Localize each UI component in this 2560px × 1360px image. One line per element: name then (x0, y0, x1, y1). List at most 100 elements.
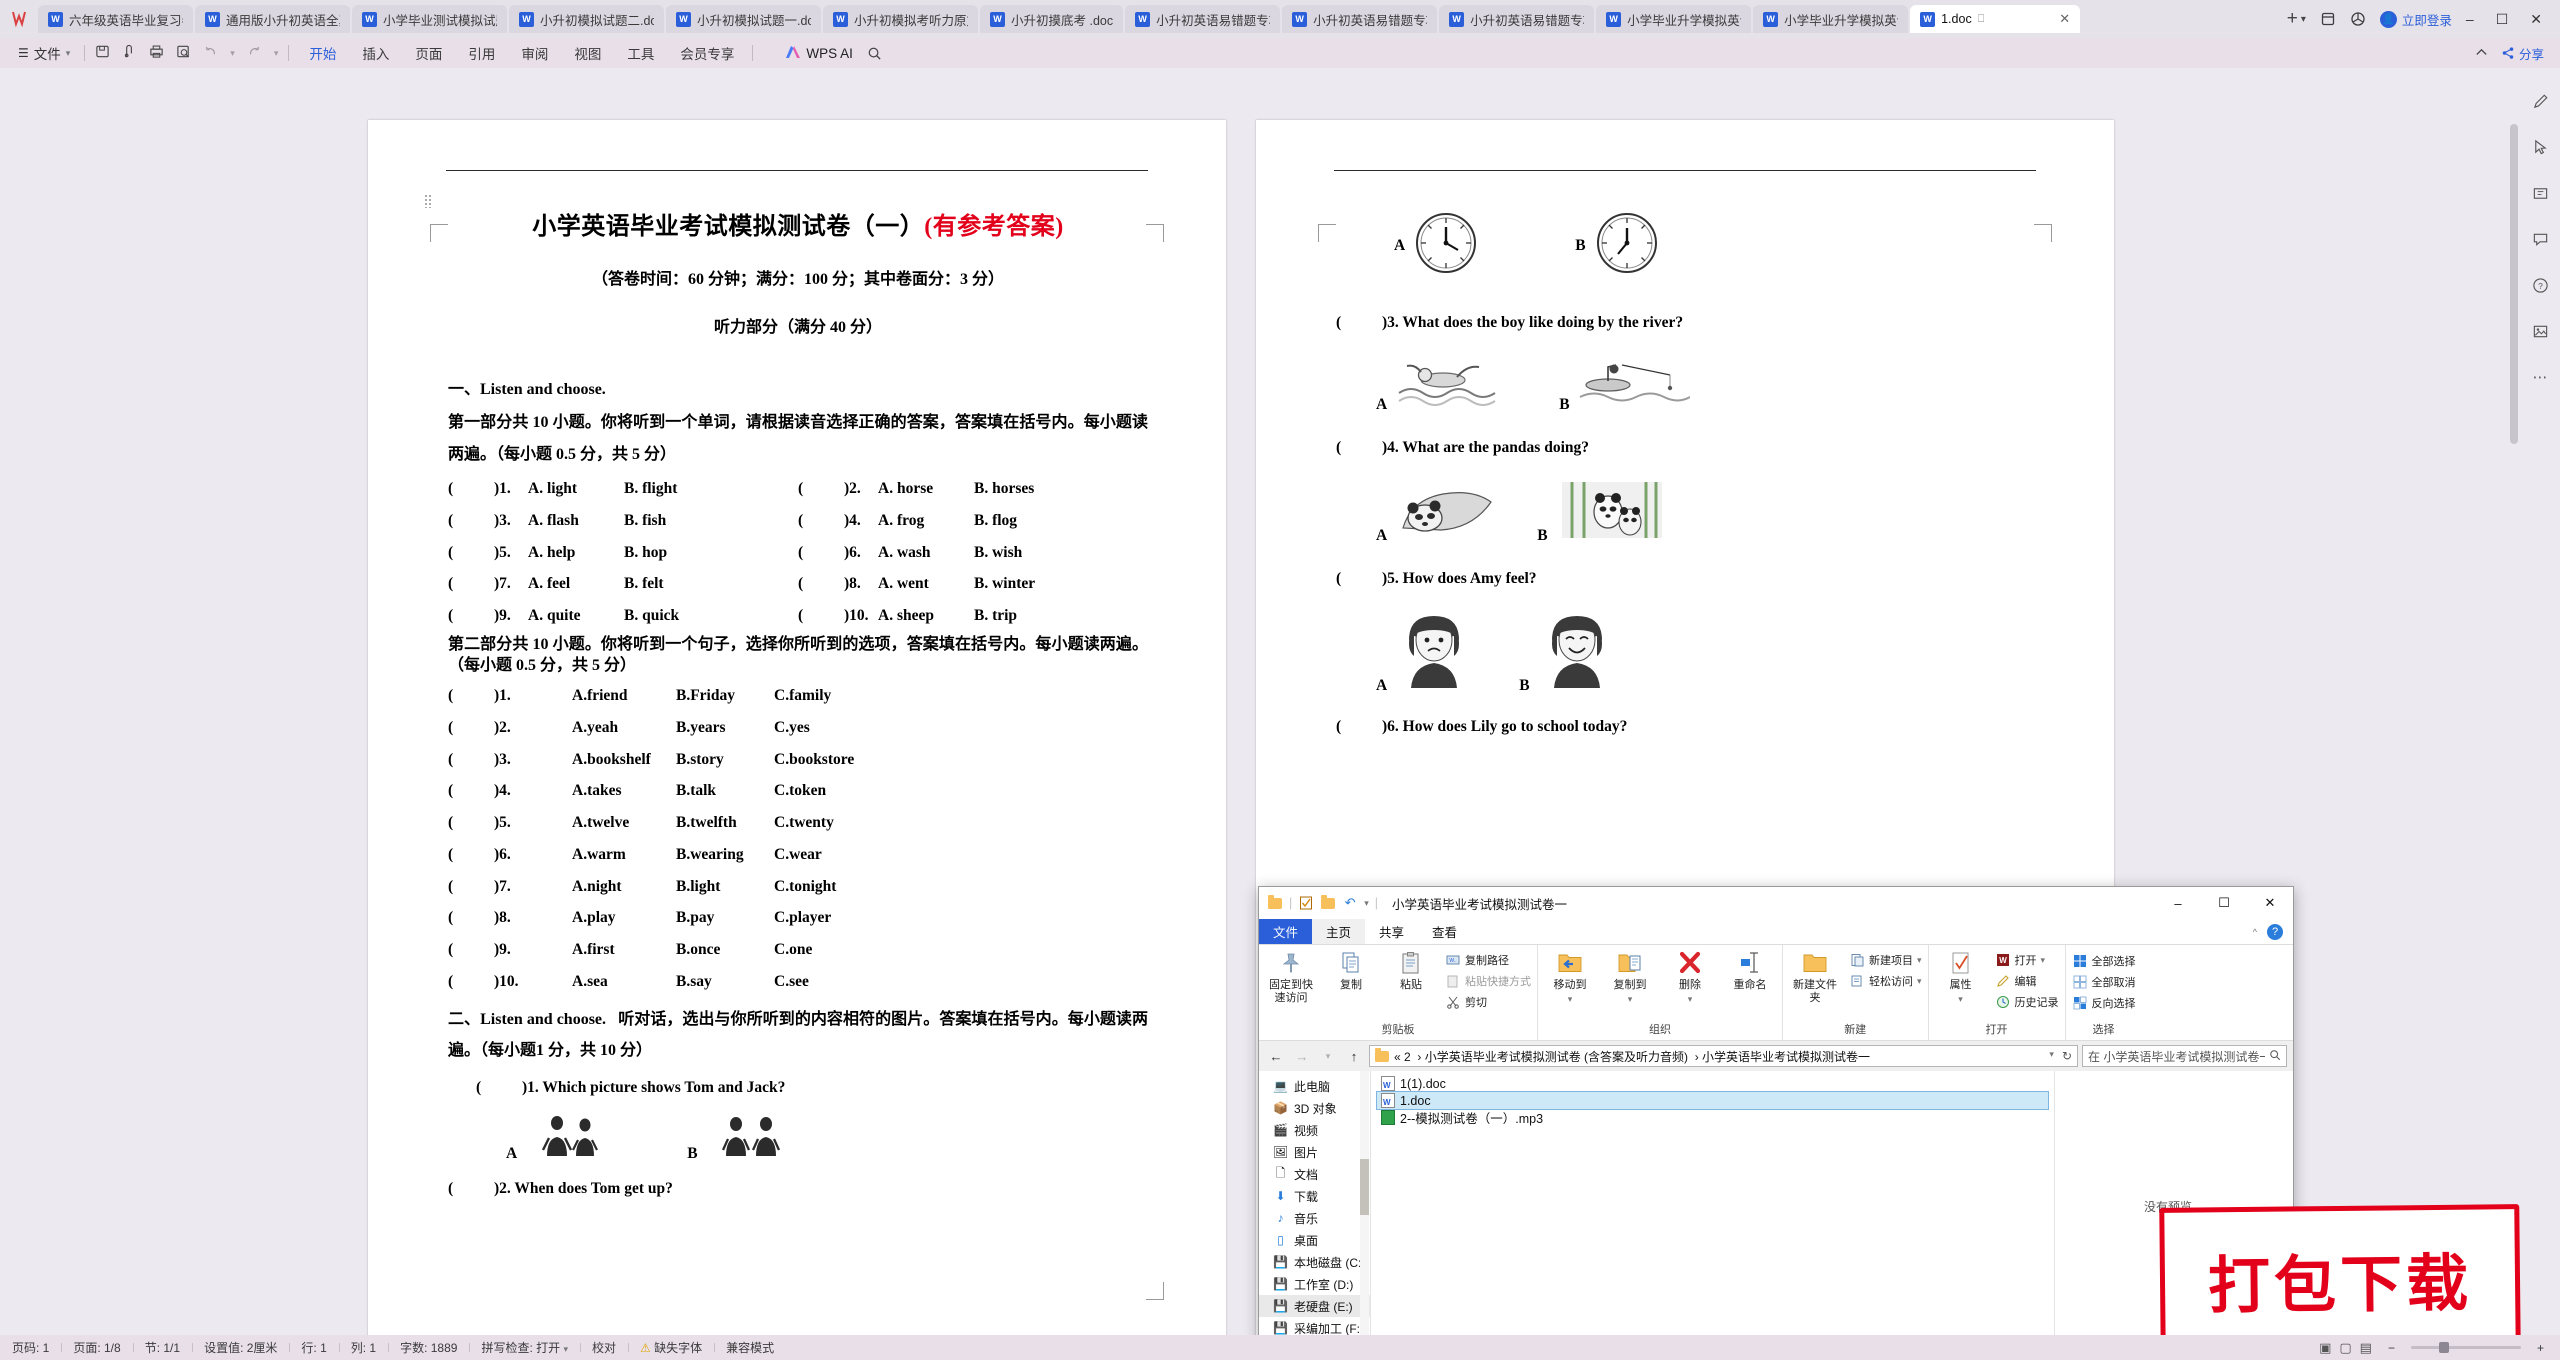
nav-item-drive-c[interactable]: 💾 本地磁盘 (C:) (1259, 1251, 1370, 1273)
move-to-button[interactable]: 移动到 ▾ (1544, 949, 1596, 1004)
collapse-ribbon-icon[interactable]: ^ (2253, 927, 2257, 937)
answer-blank[interactable]: ( (448, 744, 494, 776)
image-tool-icon[interactable] (2527, 318, 2553, 344)
answer-blank[interactable]: ( (448, 839, 494, 871)
nav-item-drive-e[interactable]: 💾 老硬盘 (E:) (1259, 1295, 1370, 1317)
pin-to-quick-access-button[interactable]: 固定到快速访问 (1265, 949, 1317, 1004)
vertical-scrollbar-thumb[interactable] (2510, 124, 2518, 444)
open-button[interactable]: W 打开 ▾ (1995, 952, 2059, 968)
nav-item-pictures[interactable]: 🖼 图片 (1259, 1141, 1370, 1163)
doc-tab-3[interactable]: W 小升初模拟试题二.doc (509, 5, 664, 33)
address-dropdown-icon[interactable]: ▾ (2049, 1049, 2054, 1063)
new-tab-button[interactable]: + ▾ (2287, 8, 2306, 30)
answer-blank[interactable]: ( (448, 1173, 494, 1205)
nav-pane-scrollbar-thumb[interactable] (1360, 1159, 1369, 1215)
navigation-pane[interactable]: 💻 此电脑 📦 3D 对象 🎬 视频 🖼 图片 🗋 文档 ⬇ 下载 ♪ 音乐 ▯ 桌面 💾 本地磁… (1259, 1071, 1371, 1335)
ribbon-tab-view[interactable]: 视图 (574, 40, 601, 66)
status-page-number[interactable]: 页码: 1 (0, 1339, 61, 1356)
answer-blank[interactable]: ( (798, 505, 844, 537)
select-none-button[interactable]: 全部取消 (2072, 974, 2136, 990)
print-icon[interactable] (149, 44, 164, 62)
help-tool-icon[interactable]: ? (2527, 272, 2553, 298)
answer-blank[interactable]: ( (798, 568, 844, 600)
nav-item-videos[interactable]: 🎬 视频 (1259, 1119, 1370, 1141)
new-folder-quick-icon[interactable] (1320, 894, 1336, 911)
chevron-down-icon[interactable]: ▾ (1688, 994, 1693, 1004)
explorer-menu-share[interactable]: 共享 (1365, 919, 1418, 944)
properties-button[interactable]: 属性 ▾ (1935, 949, 1987, 1004)
nav-item-music[interactable]: ♪ 音乐 (1259, 1207, 1370, 1229)
save-as-icon[interactable] (122, 44, 137, 62)
edit-button[interactable]: 编辑 (1995, 973, 2059, 989)
nav-item-downloads[interactable]: ⬇ 下载 (1259, 1185, 1370, 1207)
status-section[interactable]: 节: 1/1 (132, 1339, 192, 1356)
chevron-down-icon[interactable]: ▾ (1628, 994, 1633, 1004)
status-compat-mode[interactable]: 兼容模式 (714, 1339, 786, 1356)
answer-blank[interactable]: ( (448, 712, 494, 744)
chevron-down-icon[interactable]: ▾ (1958, 994, 1963, 1004)
text-box-tool-icon[interactable] (2527, 180, 2553, 206)
file-menu-button[interactable]: ☰ 文件 ▾ (10, 43, 78, 63)
web-view-icon[interactable]: ▢ (2339, 1340, 2351, 1356)
status-column[interactable]: 列: 1 (338, 1339, 388, 1356)
doc-tab-6[interactable]: W 小升初摸底考 .doc (980, 5, 1124, 33)
nav-item-this-pc[interactable]: 💻 此电脑 (1259, 1075, 1370, 1097)
doc-tab-1[interactable]: W 通用版小升初英语全真 (195, 5, 350, 33)
wps-logo-icon[interactable] (6, 5, 36, 33)
breadcrumb-1[interactable]: 小学英语毕业考试模拟测试卷 (含答案及听力音频) (1425, 1050, 1688, 1064)
answer-blank[interactable]: ( (448, 537, 494, 569)
reading-view-icon[interactable]: ▤ (2360, 1340, 2372, 1356)
doc-tab-7[interactable]: W 小升初英语易错题专项 (1125, 5, 1281, 33)
answer-blank[interactable]: ( (1336, 711, 1382, 743)
cut-button[interactable]: 剪切 (1445, 994, 1531, 1010)
download-stamp-watermark[interactable]: 打包下载 (2159, 1204, 2521, 1335)
refresh-icon[interactable]: ↻ (2062, 1049, 2072, 1063)
explorer-menu-home[interactable]: 主页 (1312, 919, 1366, 944)
undo-icon[interactable] (203, 44, 218, 62)
paragraph-drag-handle-icon[interactable] (424, 194, 433, 208)
answer-blank[interactable]: ( (448, 775, 494, 807)
status-line[interactable]: 行: 1 (289, 1339, 338, 1356)
status-missing-font[interactable]: ⚠ 缺失字体 (628, 1339, 714, 1356)
doc-tab-2[interactable]: W 小学毕业测试模拟试题 (352, 5, 507, 33)
file-row-0[interactable]: 1(1).doc (1377, 1075, 2048, 1092)
doc-tab-10[interactable]: W 小学毕业升学模拟英语 (1596, 5, 1752, 33)
explorer-menu-file[interactable]: 文件 (1259, 919, 1313, 944)
doc-tab-4[interactable]: W 小升初模拟试题一.doc (666, 5, 821, 33)
history-button[interactable]: 历史记录 (1995, 994, 2059, 1010)
breadcrumb-2[interactable]: 小学英语毕业考试模拟测试卷一 (1702, 1050, 1870, 1064)
ribbon-tab-reference[interactable]: 引用 (468, 40, 495, 66)
copy-path-button[interactable]: W.. 复制路径 (1445, 952, 1531, 968)
paste-button[interactable]: 粘贴 (1385, 949, 1437, 992)
ribbon-tab-tools[interactable]: 工具 (627, 40, 654, 66)
doc-tab-0[interactable]: W 六年级英语毕业复习卷 (38, 5, 193, 33)
explorer-menu-view[interactable]: 查看 (1418, 919, 1471, 944)
login-button[interactable]: 👤 立即登录 (2379, 10, 2452, 29)
zoom-in-button[interactable]: + (2537, 1341, 2544, 1355)
invert-selection-button[interactable]: 反向选择 (2072, 995, 2136, 1011)
file-row-1-selected[interactable]: 1.doc (1376, 1091, 2049, 1110)
answer-blank[interactable]: ( (448, 473, 494, 505)
tab-close-icon[interactable]: ✕ (2053, 11, 2070, 27)
explorer-title-bar[interactable]: | ↶ ▾ | 小学英语毕业考试模拟测试卷一 – ☐ ✕ (1259, 887, 2293, 919)
close-button[interactable]: ✕ (2530, 11, 2542, 28)
answer-blank[interactable]: ( (448, 807, 494, 839)
file-explorer-window[interactable]: | ↶ ▾ | 小学英语毕业考试模拟测试卷一 – ☐ ✕ 文件 主页 共享 查看… (1258, 886, 2294, 1335)
chevron-down-icon[interactable]: ▾ (1568, 994, 1573, 1004)
redo-icon[interactable] (247, 44, 262, 62)
delete-button[interactable]: 删除 ▾ (1664, 949, 1716, 1004)
up-button[interactable]: ↑ (1343, 1045, 1365, 1067)
answer-blank[interactable]: ( (798, 537, 844, 569)
tab-restore-icon[interactable]: ⎕ (1978, 13, 1985, 26)
save-icon[interactable] (95, 44, 110, 62)
print-preview-icon[interactable] (176, 44, 191, 62)
rename-button[interactable]: 重命名 (1724, 949, 1776, 992)
nav-item-drive-d[interactable]: 💾 工作室 (D:) (1259, 1273, 1370, 1295)
doc-tab-12-active[interactable]: W 1.doc ⎕ ✕ (1910, 5, 2081, 33)
breadcrumb-0[interactable]: 2 (1404, 1050, 1411, 1064)
document-page-1[interactable]: 小学英语毕业考试模拟测试卷（一）(有参考答案) （答卷时间：60 分钟；满分：1… (368, 120, 1226, 1335)
back-button[interactable]: ← (1265, 1045, 1287, 1067)
answer-blank[interactable]: ( (448, 600, 494, 632)
comment-tool-icon[interactable] (2527, 226, 2553, 252)
address-box[interactable]: « 2 › 小学英语毕业考试模拟测试卷 (含答案及听力音频) › 小学英语毕业考… (1369, 1045, 2078, 1067)
